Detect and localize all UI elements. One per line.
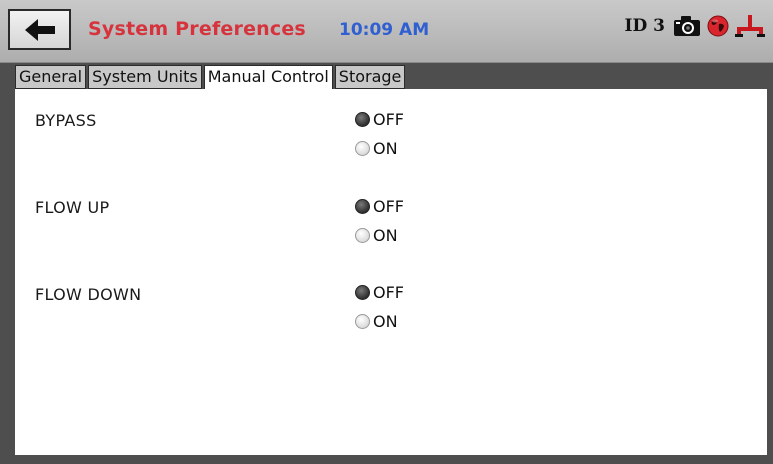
radio-selected-icon xyxy=(355,285,370,300)
tab-storage[interactable]: Storage xyxy=(334,65,406,89)
tab-bar: General System Units Manual Control Stor… xyxy=(15,65,407,90)
flow-up-off-radio[interactable]: OFF xyxy=(355,197,404,216)
flow-up-label: FLOW UP xyxy=(35,198,110,217)
tab-general[interactable]: General xyxy=(15,65,87,89)
tab-system-units[interactable]: System Units xyxy=(88,65,202,89)
radio-selected-icon xyxy=(355,112,370,127)
bypass-label: BYPASS xyxy=(35,111,97,130)
radio-unselected-icon xyxy=(355,314,370,329)
option-label: ON xyxy=(373,312,398,331)
back-button[interactable] xyxy=(8,9,71,50)
tab-manual-control[interactable]: Manual Control xyxy=(203,65,333,90)
status-area: ID 3 xyxy=(625,14,765,38)
globe-icon[interactable] xyxy=(707,15,729,37)
option-label: OFF xyxy=(373,110,404,129)
bypass-on-radio[interactable]: ON xyxy=(355,139,398,158)
network-icon[interactable] xyxy=(735,14,765,38)
back-arrow-icon xyxy=(23,18,57,42)
manual-control-panel: BYPASS OFF ON FLOW UP OFF ON FLOW DOWN O… xyxy=(15,89,767,455)
flow-down-label: FLOW DOWN xyxy=(35,285,142,304)
option-label: ON xyxy=(373,139,398,158)
radio-unselected-icon xyxy=(355,141,370,156)
page-title: System Preferences xyxy=(88,18,306,40)
bypass-off-radio[interactable]: OFF xyxy=(355,110,404,129)
option-label: ON xyxy=(373,226,398,245)
option-label: OFF xyxy=(373,197,404,216)
radio-selected-icon xyxy=(355,199,370,214)
flow-down-on-radio[interactable]: ON xyxy=(355,312,398,331)
radio-unselected-icon xyxy=(355,228,370,243)
camera-icon[interactable] xyxy=(673,15,701,37)
header-bar: System Preferences 10:09 AM ID 3 xyxy=(0,0,773,63)
flow-up-on-radio[interactable]: ON xyxy=(355,226,398,245)
flow-down-off-radio[interactable]: OFF xyxy=(355,283,404,302)
clock-display: 10:09 AM xyxy=(339,20,430,40)
option-label: OFF xyxy=(373,283,404,302)
device-id-label: ID 3 xyxy=(624,16,665,36)
